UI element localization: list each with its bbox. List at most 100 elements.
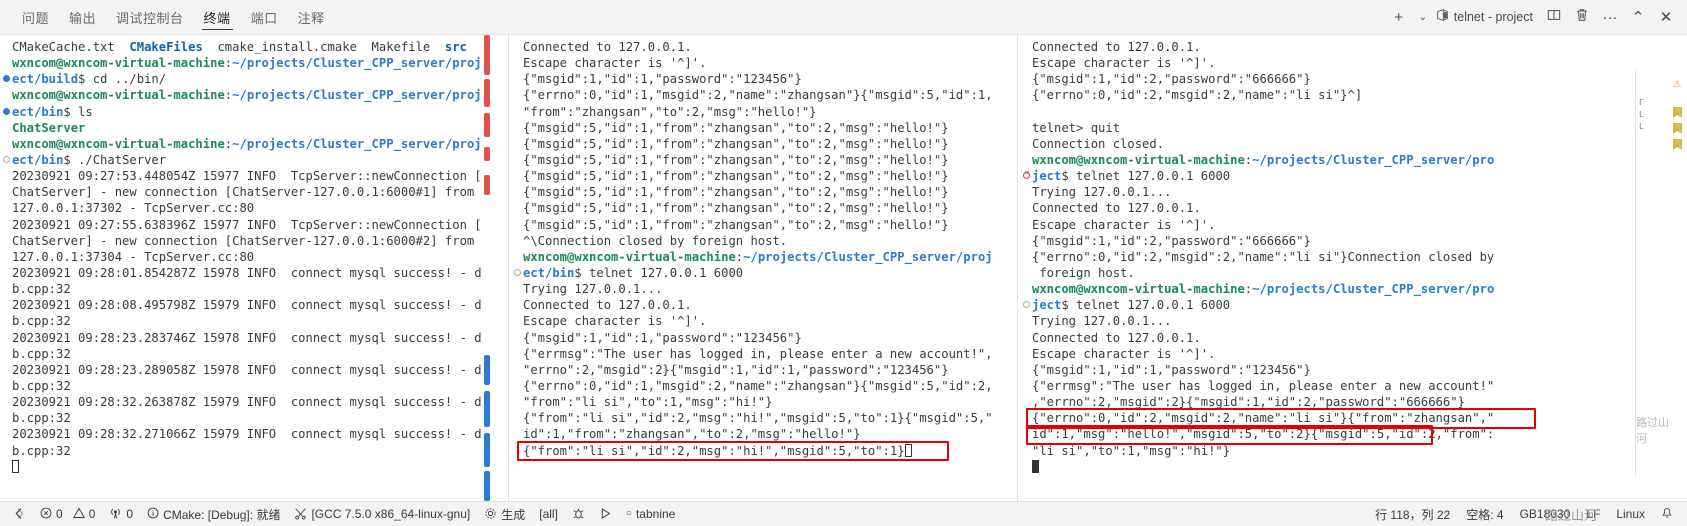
tab-comments-label: 注释 — [297, 10, 325, 26]
kill-terminal-button[interactable] — [1569, 4, 1595, 30]
terminal-output-client-lisi: Connected to 127.0.0.1. Escape character … — [1018, 39, 1687, 475]
terminal-text: "errno":2,"msgid":2}{"msgid":1,"id":1,"p… — [523, 362, 949, 377]
terminal-text: $ telnet 127.0.0.1 6000 — [1061, 298, 1231, 313]
more-actions-button[interactable]: ··· — [1597, 4, 1623, 30]
status-notifications[interactable] — [1653, 502, 1681, 526]
terminal-text: 20230921 09:28:23.289058Z 15978 INFO con… — [12, 362, 482, 377]
terminal-cursor — [1032, 459, 1039, 473]
terminal-line: {"msgid":1,"id":1,"password":"123456"} — [523, 330, 1017, 346]
terminal-text: Connected to 127.0.0.1. — [1032, 330, 1201, 345]
terminal-text: Escape character is '^]'. — [1032, 346, 1216, 361]
terminal-pane-client-zhangsan[interactable]: Connected to 127.0.0.1. Escape character … — [509, 35, 1017, 501]
terminal-text: b.cpp:32 — [12, 443, 71, 458]
terminal-line: {"msgid":5,"id":1,"from":"zhangsan","to"… — [523, 184, 1017, 200]
terminal-text: wxncom@wxncom-virtual-machine — [1032, 282, 1245, 297]
tab-comments[interactable]: 注释 — [288, 0, 335, 34]
terminal-line: Escape character is '^]'. — [1032, 55, 1687, 71]
status-build-label: 生成 — [501, 507, 526, 522]
terminal-output-client-zhangsan: Connected to 127.0.0.1. Escape character … — [509, 39, 1017, 459]
tab-ports-label: 端口 — [250, 10, 278, 26]
terminal-line: Connection closed. — [1032, 136, 1687, 152]
new-terminal-button[interactable]: + — [1386, 4, 1412, 30]
command-decoration-icon[interactable] — [1023, 169, 1030, 180]
terminal-pane-client-lisi[interactable]: Connected to 127.0.0.1. Escape character … — [1018, 35, 1687, 501]
terminal-text: telnet> quit — [1032, 120, 1121, 135]
active-terminal-name: telnet - project — [1453, 10, 1533, 24]
split-terminal-button[interactable] — [1541, 4, 1567, 30]
terminal-pane-server[interactable]: CMakeCache.txt CMakeFiles cmake_install.… — [0, 35, 508, 501]
terminal-text: ject — [1032, 298, 1062, 313]
status-cmake-kit[interactable]: [GCC 7.5.0 x86_64-linux-gnu] — [287, 502, 477, 526]
terminal-text: ect/bin — [12, 152, 64, 167]
tab-terminal[interactable]: 终端 — [194, 0, 241, 34]
terminal-text: ChatServer] - new connection [ChatServer… — [12, 185, 475, 200]
terminal-line: {"from":"li si","id":2,"msg":"hi!","msgi… — [523, 443, 1017, 459]
terminal-line: 20230921 09:28:08.495798Z 15979 INFO con… — [12, 297, 508, 313]
terminal-line: ect/build$ cd ../bin/ — [3, 71, 508, 87]
status-cmake-debug[interactable] — [565, 502, 592, 526]
terminal-line: Connected to 127.0.0.1. — [523, 39, 1017, 55]
tab-debug-console[interactable]: 调试控制台 — [106, 0, 194, 34]
status-cmake-target[interactable]: [all] — [532, 502, 565, 526]
status-target-label: [all] — [539, 507, 558, 521]
status-tabnine[interactable]: ○ tabnine — [619, 502, 682, 526]
terminal-line: Connected to 127.0.0.1. — [1032, 200, 1687, 216]
status-bar-right: 行 118，列 22 空格: 4 GB18030 LF Linux — [1367, 502, 1681, 526]
terminal-text: CMakeFiles — [129, 40, 203, 54]
status-cmake-build[interactable]: 生成 — [477, 502, 532, 526]
terminal-text: {"msgid":1,"id":1,"password":"123456"} — [1032, 362, 1311, 377]
remote-icon — [13, 507, 26, 522]
tab-ports[interactable]: 端口 — [241, 0, 288, 34]
terminal-output-server: CMakeCache.txt CMakeFiles cmake_install.… — [0, 39, 508, 475]
terminal-line: {"errno":0,"id":2,"msgid":2,"name":"li s… — [1032, 249, 1687, 265]
terminal-line: Escape character is '^]'. — [523, 55, 1017, 71]
active-terminal-selector[interactable]: telnet - project — [1434, 9, 1539, 25]
terminal-line: 20230921 09:28:01.854287Z 15978 INFO con… — [12, 265, 508, 281]
status-errors[interactable]: 0 0 — [33, 502, 102, 526]
tab-output-label: 输出 — [69, 10, 97, 26]
terminal-text: 20230921 09:28:23.283746Z 15978 INFO con… — [12, 330, 482, 345]
terminal-text: $ ./ChatServer — [63, 152, 167, 167]
play-icon — [599, 507, 612, 522]
status-live-share[interactable]: 0 — [102, 502, 140, 526]
status-cmake-build-type[interactable]: CMake: [Debug]: 就绪 — [140, 502, 287, 526]
terminal-line: {"errno":0,"id":1,"msgid":2,"name":"zhan… — [523, 378, 1017, 394]
terminal-line: {"msgid":1,"id":2,"password":"666666"} — [1032, 233, 1687, 249]
terminal-line: b.cpp:32 — [12, 313, 508, 329]
terminal-text: CMakeCache.txt — [12, 40, 130, 54]
editor-minimap-strip[interactable]: ⚠ Г L L 路过山河 — [1635, 70, 1687, 476]
status-platform-label: Linux — [1616, 507, 1645, 521]
status-platform[interactable]: Linux — [1608, 502, 1653, 526]
terminal-cursor — [12, 459, 19, 473]
terminal-scrollbar-1[interactable] — [484, 35, 490, 501]
info-icon — [147, 507, 159, 521]
status-errors-count: 0 — [56, 507, 63, 521]
new-terminal-dropdown-button[interactable]: ⌄ — [1414, 4, 1432, 30]
command-decoration-icon[interactable] — [514, 268, 521, 276]
command-decoration-icon[interactable] — [1023, 301, 1030, 309]
terminal-text: b.cpp:32 — [12, 411, 71, 426]
close-panel-button[interactable]: ✕ — [1653, 4, 1679, 30]
command-decoration-icon[interactable] — [3, 107, 10, 115]
status-cmake-label: CMake: [Debug]: 就绪 — [163, 507, 281, 522]
terminal-line: {"errno":0,"id":2,"msgid":2,"name":"li s… — [1032, 87, 1687, 103]
tab-output[interactable]: 输出 — [59, 0, 106, 34]
terminal-text: Trying 127.0.0.1... — [1032, 185, 1172, 200]
terminal-text: 20230921 09:28:32.263878Z 15979 INFO con… — [12, 395, 482, 410]
tools-icon — [294, 507, 307, 522]
status-indentation[interactable]: 空格: 4 — [1458, 502, 1511, 526]
command-decoration-icon[interactable] — [3, 75, 10, 83]
terminal-text: wxncom@wxncom-virtual-machine — [12, 56, 225, 71]
status-cmake-run[interactable] — [592, 502, 619, 526]
terminal-line: id":1,"msg":"hello!","msgid":5,"to":2}{"… — [1032, 426, 1687, 442]
command-decoration-icon[interactable] — [3, 155, 10, 163]
maximize-panel-button[interactable]: ⌃ — [1625, 4, 1651, 30]
status-remote-indicator[interactable] — [6, 502, 33, 526]
terminal-line: {"msgid":1,"id":1,"password":"123456"} — [523, 71, 1017, 87]
status-live-share-count: 0 — [126, 507, 134, 521]
terminal-line: "errno":2,"msgid":2}{"msgid":1,"id":1,"p… — [523, 362, 1017, 378]
terminal-text: b.cpp:32 — [12, 314, 71, 329]
tab-problems[interactable]: 问题 — [12, 0, 59, 34]
status-cursor-position[interactable]: 行 118，列 22 — [1367, 502, 1458, 526]
terminal-line: {"msgid":5,"id":1,"from":"zhangsan","to"… — [523, 136, 1017, 152]
